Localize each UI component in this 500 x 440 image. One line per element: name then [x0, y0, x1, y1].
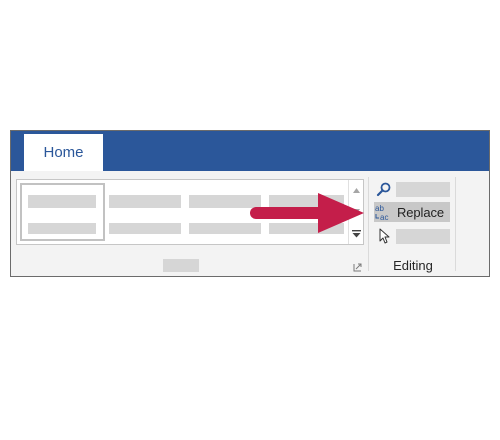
svg-text:ac: ac: [380, 213, 388, 222]
launcher-arrow-icon: [353, 263, 362, 272]
style-item-placeholder[interactable]: [109, 195, 181, 208]
style-item-placeholder[interactable]: [269, 223, 344, 234]
gallery-scroll-up-button[interactable]: [349, 180, 363, 201]
style-item-placeholder[interactable]: [189, 195, 261, 208]
editing-group-label: Editing: [393, 258, 433, 273]
cursor-arrow-icon: [374, 226, 394, 246]
stage: Home ab ac Replace Editing: [0, 0, 500, 440]
app-window: Home ab ac Replace Editing: [10, 130, 490, 277]
styles-group-label-placeholder: [163, 259, 199, 272]
svg-text:ab: ab: [375, 204, 384, 213]
more-dropdown-icon: [351, 229, 361, 237]
gallery-scrollbar: [348, 180, 363, 244]
tab-home-label: Home: [43, 144, 84, 161]
style-item-placeholder[interactable]: [189, 223, 261, 234]
select-label-placeholder: [396, 228, 450, 244]
gallery-more-button[interactable]: [349, 223, 363, 244]
select-button[interactable]: [374, 226, 450, 246]
style-item-placeholder[interactable]: [269, 195, 344, 208]
styles-gallery: [16, 179, 364, 245]
style-item-placeholder[interactable]: [28, 195, 96, 208]
replace-abc-icon: ab ac: [374, 202, 394, 222]
magnifier-icon: [374, 179, 394, 199]
ribbon-home-panel: ab ac Replace Editing: [11, 171, 489, 276]
chevron-up-icon: [352, 188, 360, 193]
group-divider: [455, 177, 456, 271]
style-item-placeholder[interactable]: [28, 223, 96, 234]
find-label-placeholder: [396, 181, 450, 197]
dialog-launcher-icon[interactable]: [353, 263, 362, 272]
ribbon-tab-bar: Home: [11, 131, 489, 171]
group-divider: [368, 177, 369, 271]
replace-label: Replace: [397, 204, 444, 220]
tab-home[interactable]: Home: [24, 134, 103, 171]
chevron-down-icon: [352, 209, 360, 214]
gallery-scroll-down-button[interactable]: [349, 201, 363, 222]
style-item-placeholder[interactable]: [109, 223, 181, 234]
find-button[interactable]: [374, 179, 450, 199]
replace-button[interactable]: ab ac Replace: [374, 202, 450, 222]
